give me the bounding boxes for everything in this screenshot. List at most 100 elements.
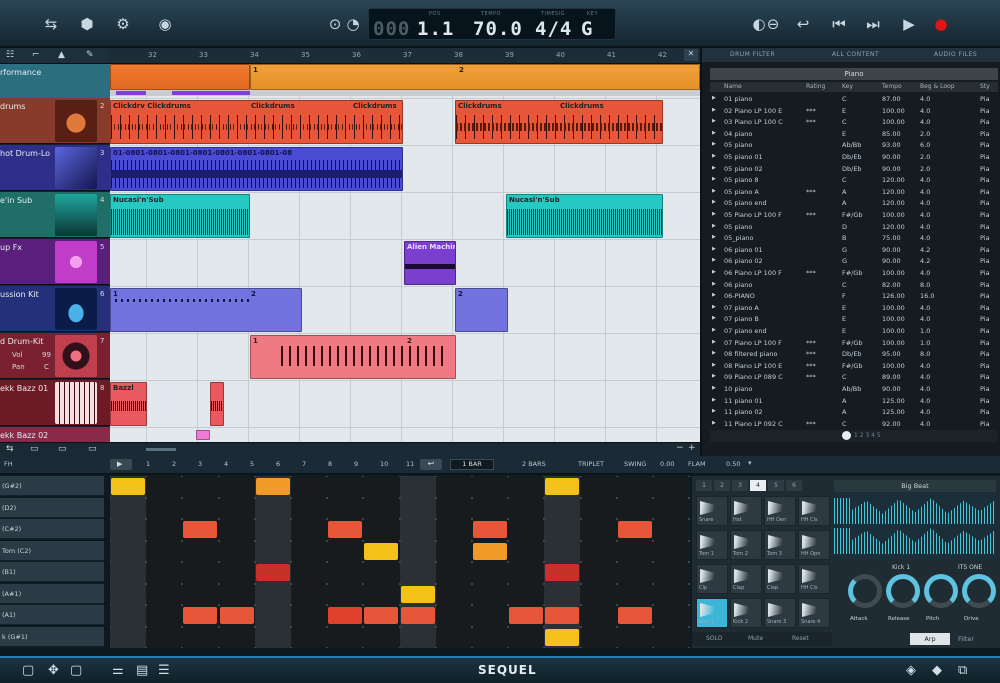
column-header[interactable]: Rating [806, 83, 825, 90]
drum-pad[interactable]: Kick 1 [696, 598, 728, 628]
compass-icon[interactable]: ◈ [906, 663, 916, 678]
list-item[interactable]: ▶ 05 piano 8 C 120.00 4.0 Pia [710, 175, 998, 186]
list-item[interactable]: ▶ 11 piano 02 A 125.00 4.0 Pia [710, 407, 998, 418]
knob[interactable] [924, 574, 958, 608]
list-item[interactable]: ▶ 08 Piano LP 100 E *** F#/Gb 100.00 4.0 Pia [710, 361, 998, 372]
drum-pad[interactable]: Hat [730, 496, 762, 526]
pad-label[interactable]: (G#2) [0, 476, 104, 496]
add-track-icon[interactable]: ⇆ [6, 444, 14, 454]
active-step[interactable] [545, 628, 580, 646]
window-icon[interactable]: ▢ [70, 663, 82, 678]
list-item[interactable]: ▶ 06 Piano LP 100 F *** F#/Gb 100.00 4.0 Pia [710, 268, 998, 279]
list-item[interactable]: ▶ 01 piano C 87.00 4.0 Pia [710, 94, 998, 105]
play-preview-icon[interactable]: ▶ [712, 315, 716, 321]
column-header[interactable]: Key [842, 83, 853, 90]
play-preview-icon[interactable]: ▶ [712, 397, 716, 403]
kit-tab[interactable]: 4 [750, 480, 766, 491]
kit-tab[interactable]: 2 [714, 480, 730, 491]
move-icon[interactable]: ✥ [48, 663, 59, 678]
active-step[interactable] [473, 542, 507, 560]
track-header[interactable]: d Drum-Kit Vol 99 Pan C 7 [0, 333, 110, 379]
drum-pad[interactable]: HH Cls [798, 564, 830, 594]
knob[interactable] [848, 574, 882, 608]
active-step[interactable] [255, 478, 290, 495]
record-icon[interactable]: ● [930, 14, 952, 34]
knob[interactable] [886, 574, 920, 608]
drum-pad[interactable]: HH Oen [764, 496, 796, 526]
active-step[interactable] [364, 607, 399, 624]
list-item[interactable]: ▶ 06-PIANO F 126.00 16.0 Pia [710, 291, 998, 302]
layout-icon[interactable]: ▭ [58, 444, 67, 454]
gear-icon[interactable]: ⚙ [112, 14, 134, 34]
swing-value[interactable]: 0.00 [660, 460, 674, 468]
active-step[interactable] [617, 521, 652, 538]
play-preview-icon[interactable]: ▶ [712, 327, 716, 333]
marker-region[interactable] [110, 64, 250, 90]
bars-mode[interactable]: 2 BARS [522, 460, 546, 468]
tab-drum-filter[interactable]: DRUM FILTER [730, 51, 775, 58]
play-preview-icon[interactable]: ▶ [712, 95, 716, 101]
flam-value[interactable]: 0.50 [726, 460, 740, 468]
pad-label[interactable]: (C#2) [0, 519, 104, 539]
step-grid[interactable] [110, 476, 690, 648]
tempo-value[interactable]: 70.0 [473, 18, 523, 40]
editor-icon[interactable]: ▤ [136, 663, 148, 678]
list-item[interactable]: ▶ 11 Piano LP 092 C *** C 92.00 4.0 Pia [710, 419, 998, 430]
mixer-sliders-icon[interactable]: ⚌ [112, 663, 124, 678]
active-step[interactable] [183, 607, 218, 624]
list-item[interactable]: ▶ 05 piano 01 Db/Eb 90.00 2.0 Pia [710, 152, 998, 163]
audio-clip[interactable] [196, 430, 210, 440]
play-preview-icon[interactable]: ▶ [712, 281, 716, 287]
active-step[interactable] [545, 607, 580, 624]
play-icon[interactable]: ▶ [898, 14, 920, 34]
pattern-clip[interactable]: 1 2 [110, 288, 302, 332]
track-header[interactable]: hot Drum-Lo 3 [0, 145, 110, 191]
kit-tab[interactable]: 6 [786, 480, 802, 491]
export-icon[interactable]: ⧉ [958, 663, 967, 678]
forward-icon[interactable]: ⏭ [862, 14, 884, 34]
play-preview-icon[interactable]: ▶ [712, 165, 716, 171]
play-preview-icon[interactable]: ▶ [712, 408, 716, 414]
list-item[interactable]: ▶ 05 piano end A 120.00 4.0 Pia [710, 198, 998, 209]
active-step[interactable] [509, 607, 544, 624]
layout-icon[interactable]: ▭ [88, 444, 97, 454]
bar-length-select[interactable]: 1 BAR [450, 459, 494, 470]
column-header[interactable]: Sty [980, 83, 990, 90]
track-header[interactable]: drums 2 [0, 98, 110, 144]
position-beats[interactable]: 1.1 [417, 18, 454, 40]
step-number[interactable]: 6 [276, 460, 280, 468]
play-preview-icon[interactable]: ▶ [712, 234, 716, 240]
metronome-tool-icon[interactable]: ▲ [58, 50, 65, 60]
active-step[interactable] [219, 607, 254, 624]
pad-label[interactable]: (A1) [0, 605, 104, 625]
step-number[interactable]: 9 [354, 460, 358, 468]
step-number[interactable]: 4 [224, 460, 228, 468]
audio-clip[interactable]: Clickdrums Clickdrums [455, 100, 663, 144]
list-item[interactable]: ▶ 05 piano A *** A 120.00 4.0 Pia [710, 187, 998, 198]
solo-button[interactable]: SOLO [706, 635, 722, 642]
play-preview-icon[interactable]: ▶ [712, 385, 716, 391]
key-value[interactable]: G [581, 18, 593, 40]
audio-clip[interactable]: Nucasi'n'Sub [506, 194, 663, 238]
pattern-clip[interactable]: 2 [455, 288, 508, 332]
drum-pad[interactable]: Snare 3 [764, 598, 796, 628]
drum-pad[interactable]: Tom 1 [696, 530, 728, 560]
tag-icon[interactable]: ◆ [932, 663, 942, 678]
step-number[interactable]: 11 [406, 460, 414, 468]
triplet-toggle[interactable]: TRIPLET [578, 460, 604, 468]
step-number[interactable]: 8 [328, 460, 332, 468]
play-preview-icon[interactable]: ▶ [712, 269, 716, 275]
arrange-view[interactable]: 1 2 Clickdrv Clickdrums Clickdrums Click… [110, 64, 700, 442]
play-preview-icon[interactable]: ▶ [712, 339, 716, 345]
play-preview-icon[interactable]: ▶ [712, 292, 716, 298]
rewind-icon[interactable]: ⏮ [828, 14, 850, 34]
grid-icon[interactable]: ☷ [6, 50, 14, 60]
drum-pad[interactable]: Snare 4 [798, 598, 830, 628]
pattern-clip[interactable]: 1 2 [250, 335, 456, 379]
drum-pad[interactable]: Tom 2 [730, 530, 762, 560]
list-item[interactable]: ▶ 10 piano Ab/Bb 90.00 4.0 Pia [710, 384, 998, 395]
tempo-lock-icon[interactable]: ◔ [342, 14, 364, 34]
list-item[interactable]: ▶ 11 piano 01 A 125.00 4.0 Pia [710, 396, 998, 407]
list-item[interactable]: ▶ 07 piano end E 100.00 1.0 Pia [710, 326, 998, 337]
play-preview-icon[interactable]: ▶ [712, 211, 716, 217]
